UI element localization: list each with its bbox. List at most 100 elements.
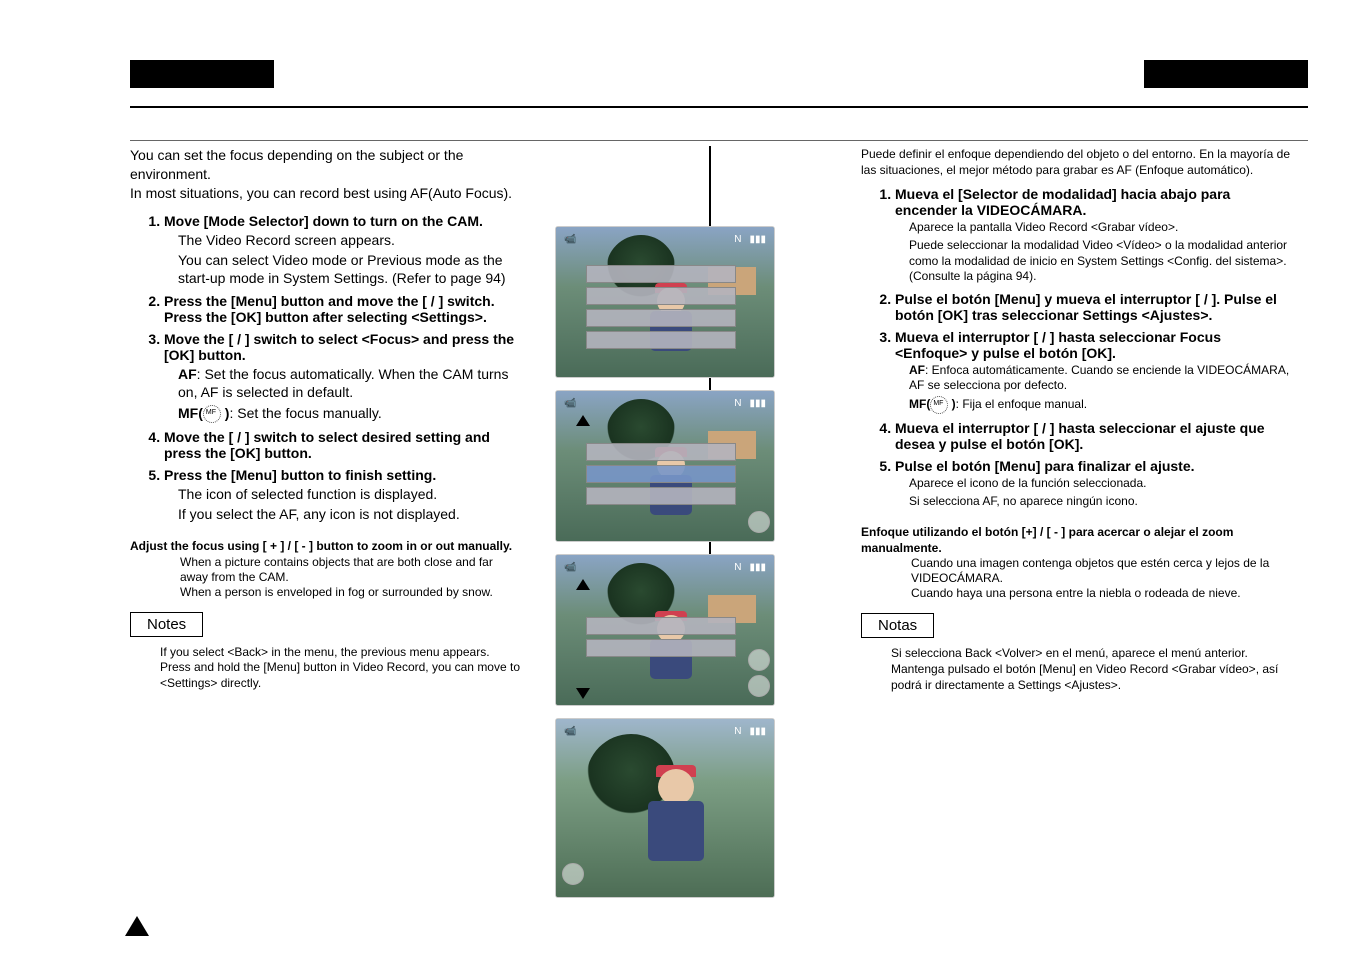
menu-item — [586, 331, 736, 349]
step3-es-af: AF: Enfoca automáticamente. Cuando se en… — [909, 363, 1290, 394]
step1-en: Move [Mode Selector] down to turn on the… — [164, 213, 520, 288]
menu-item — [586, 265, 736, 283]
step4-es: Mueva el interruptor [ / ] hasta selecci… — [895, 420, 1290, 452]
header-left-bar — [130, 60, 274, 88]
sub-rule — [130, 140, 1308, 141]
focus-case1-es: Cuando una imagen contenga objetos que e… — [911, 556, 1290, 586]
step2-es: Pulse el botón [Menu] y mueva el interru… — [895, 291, 1290, 323]
af-body-es: : Enfoca automáticamente. Cuando se enci… — [909, 363, 1289, 393]
figure-4: 4 📹 N ▮▮▮ — [555, 554, 775, 706]
step4-es-title: Mueva el interruptor [ / ] hasta selecci… — [895, 420, 1265, 452]
down-arrow-icon — [576, 688, 590, 699]
step4-en: Move the [ / ] switch to select desired … — [164, 429, 520, 461]
step1-en-title: Move [Mode Selector] down to turn on the… — [164, 213, 483, 229]
af-label-es: AF — [909, 363, 925, 377]
step2-es-title: Pulse el botón [Menu] y mueva el interru… — [895, 291, 1277, 323]
hand-icon — [748, 649, 770, 671]
mf-post-es: ) — [948, 397, 955, 411]
intro-en-line2: In most situations, you can record best … — [130, 185, 512, 201]
top-rule — [130, 106, 1308, 146]
note2-en: Press and hold the [Menu] button in Vide… — [160, 660, 520, 691]
notes-box-es: Notas — [861, 613, 934, 638]
step2-en-titleA: Press the [Menu] button and move the [ /… — [164, 293, 495, 309]
mf-icon — [203, 405, 221, 423]
notes-list-es: Si selecciona Back <Volver> en el menú, … — [891, 646, 1290, 693]
child-figure — [636, 769, 716, 889]
step5-es-sub2: Si selecciona AF, no aparece ningún icon… — [909, 494, 1290, 510]
notes-list-en: If you select <Back> in the menu, the pr… — [160, 645, 520, 692]
step3-en-af: AF: Set the focus automatically. When th… — [178, 365, 520, 401]
step3-en-mf: MF( ): Set the focus manually. — [178, 404, 520, 423]
battery-icon: ▮▮▮ — [747, 562, 768, 573]
step5-es-sub1: Aparece el icono de la función seleccion… — [909, 476, 1290, 492]
note2-es: Mantenga pulsado el botón [Menu] en Vide… — [891, 662, 1290, 693]
figure-2: 2 📹 N ▮▮▮ — [555, 226, 775, 378]
step1-es-sub2: Puede seleccionar la modalidad Video <Ví… — [909, 238, 1290, 285]
step2-en-titleB: Press the [OK] button after selecting <S… — [164, 309, 487, 325]
menu-item — [586, 487, 736, 505]
rec-indicator-2: N — [732, 234, 743, 245]
af-label-en: AF — [178, 366, 197, 382]
up-arrow-icon — [576, 579, 590, 590]
icon-bar-4: 📹 N ▮▮▮ — [562, 559, 768, 575]
menu-overlay-2 — [586, 265, 736, 353]
step1-es-sub1: Aparece la pantalla Video Record <Grabar… — [909, 220, 1290, 236]
step3-es: Mueva el interruptor [ / ] hasta selecci… — [895, 329, 1290, 414]
focus-case2-es: Cuando haya una persona entre la niebla … — [911, 586, 1290, 601]
focus-case1-en: When a picture contains objects that are… — [180, 555, 520, 585]
rec-indicator-5: N — [732, 726, 743, 737]
figure-3: 3 📹 N ▮▮▮ — [555, 390, 775, 542]
video-icon: 📹 — [562, 562, 578, 573]
step5-es-title: Pulse el botón [Menu] para finalizar el … — [895, 458, 1195, 474]
mf-icon — [930, 396, 948, 414]
focus-case2-en: When a person is enveloped in fog or sur… — [180, 585, 520, 600]
battery-icon: ▮▮▮ — [747, 234, 768, 245]
rec-indicator-3: N — [732, 398, 743, 409]
menu-item — [586, 639, 736, 657]
video-icon: 📹 — [562, 726, 578, 737]
intro-es: Puede definir el enfoque dependiendo del… — [861, 146, 1290, 178]
mf-label-en: MF( — [178, 405, 203, 421]
manual-focus-heading-en: Adjust the focus using [ + ] / [ - ] but… — [130, 539, 520, 555]
note1-en: If you select <Back> in the menu, the pr… — [160, 645, 520, 661]
hand-icon — [562, 863, 584, 885]
video-icon: 📹 — [562, 398, 578, 409]
english-column-inner: You can set the focus depending on the s… — [130, 146, 520, 692]
body-icon — [648, 801, 704, 861]
step3-en: Move the [ / ] switch to select <Focus> … — [164, 331, 520, 423]
step2-en: Press the [Menu] button and move the [ /… — [164, 293, 520, 325]
steps-es: Mueva el [Selector de modalidad] hacia a… — [861, 186, 1290, 509]
video-icon: 📹 — [562, 234, 578, 245]
step5-en-title: Press the [Menu] button to finish settin… — [164, 467, 436, 483]
figure-5: 5 📹 N ▮▮▮ — [555, 718, 775, 898]
spanish-column-inner: Puede definir el enfoque dependiendo del… — [861, 146, 1290, 693]
icon-bar-2: 📹 N ▮▮▮ — [562, 231, 768, 247]
menu-item — [586, 617, 736, 635]
step5-es: Pulse el botón [Menu] para finalizar el … — [895, 458, 1290, 509]
notes-box-en: Notes — [130, 612, 203, 637]
spanish-column: Puede definir el enfoque dependiendo del… — [711, 146, 1290, 693]
battery-icon: ▮▮▮ — [747, 726, 768, 737]
intro-en-line1: You can set the focus depending on the s… — [130, 147, 463, 182]
intro-en: You can set the focus depending on the s… — [130, 146, 520, 203]
manual-page: You can set the focus depending on the s… — [0, 0, 1348, 954]
mf-body-en: : Set the focus manually. — [229, 405, 381, 421]
hand-icon — [748, 675, 770, 697]
step4-en-title: Move the [ / ] switch to select desired … — [164, 429, 490, 461]
step3-es-title: Mueva el interruptor [ / ] hasta selecci… — [895, 329, 1221, 361]
menu-item-selected — [586, 465, 736, 483]
step1-en-sub2: You can select Video mode or Previous mo… — [178, 251, 520, 287]
header-bars — [130, 60, 1308, 88]
menu-overlay-3 — [586, 443, 736, 509]
step1-en-sub1: The Video Record screen appears. — [178, 231, 520, 249]
up-arrow-icon — [576, 415, 590, 426]
mf-label-es: MF( — [909, 397, 930, 411]
step1-es: Mueva el [Selector de modalidad] hacia a… — [895, 186, 1290, 284]
mf-body-es: : Fija el enfoque manual. — [956, 397, 1087, 411]
step3-en-title: Move the [ / ] switch to select <Focus> … — [164, 331, 514, 363]
step1-es-title: Mueva el [Selector de modalidad] hacia a… — [895, 186, 1230, 218]
hand-icon — [748, 511, 770, 533]
menu-item — [586, 287, 736, 305]
menu-item — [586, 309, 736, 327]
step5-en-sub1: The icon of selected function is display… — [178, 485, 520, 503]
